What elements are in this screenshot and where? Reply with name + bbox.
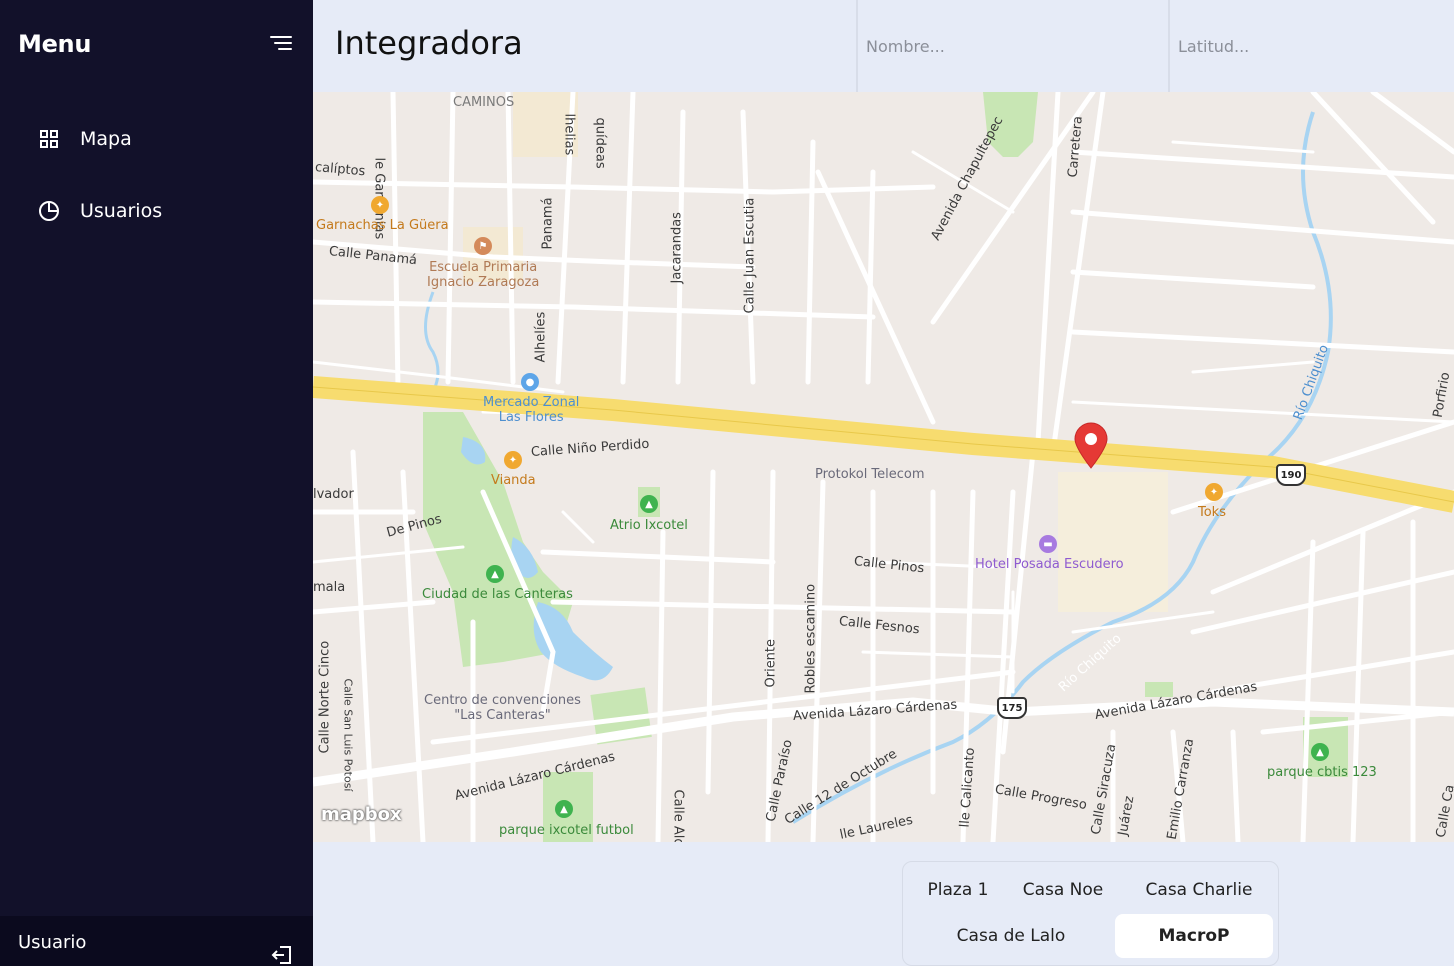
poi-escuela[interactable]: Escuela Primaria Ignacio Zaragoza [427, 260, 539, 290]
poi-parque-ixcotel[interactable]: parque ixcotel futbol [499, 823, 634, 838]
poi-ciudad-canteras[interactable]: Ciudad de las Canteras [422, 587, 573, 602]
map-label: Jacarandas [669, 212, 685, 284]
poi-toks[interactable]: Toks [1198, 505, 1226, 520]
place-option-casa-noe[interactable]: Casa Noe [1011, 868, 1115, 912]
park-icon[interactable]: ▲ [1311, 743, 1329, 761]
sidebar-item-mapa[interactable]: Mapa [38, 124, 132, 154]
shopping-cart-icon[interactable]: ● [521, 373, 539, 391]
map[interactable]: CAMINOS le Gardenias lhelias quídeas cal… [313, 92, 1454, 842]
sidebar-item-usuarios[interactable]: Usuarios [38, 196, 162, 226]
school-icon[interactable]: ⚑ [474, 237, 492, 255]
latitude-input[interactable] [1170, 0, 1454, 92]
user-name: Usuario [18, 932, 87, 953]
sidebar-item-label: Mapa [80, 128, 132, 150]
poi-atrio[interactable]: Atrio Ixcotel [610, 518, 688, 533]
map-label: lhelias [561, 113, 577, 156]
poi-hotel[interactable]: Hotel Posada Escudero [975, 557, 1124, 572]
park-icon[interactable]: ▲ [640, 495, 658, 513]
restaurant-icon[interactable]: ✦ [504, 451, 522, 469]
poi-vianda[interactable]: Vianda [491, 473, 536, 488]
name-field-wrapper [856, 0, 1170, 92]
poi-mercado[interactable]: Mercado Zonal Las Flores [483, 395, 579, 425]
poi-garnachas[interactable]: Garnachas La Güera [316, 218, 449, 233]
location-pin-icon[interactable] [1073, 422, 1109, 470]
map-label: mala [313, 580, 346, 595]
sidebar-item-label: Usuarios [80, 200, 163, 222]
poi-parque-cbtis[interactable]: parque cbtis 123 [1267, 765, 1377, 780]
map-label: lvador [313, 487, 354, 502]
restaurant-icon[interactable]: ✦ [1205, 483, 1223, 501]
map-label: Robles escamino [803, 583, 819, 694]
poi-protokol[interactable]: Protokol Telecom [815, 467, 925, 482]
map-label: quídeas [592, 117, 608, 169]
map-label: Alhelíes [533, 311, 549, 363]
highway-shield-190: 190 [1276, 464, 1306, 486]
name-input[interactable] [858, 0, 1170, 92]
sidebar-title: Menu [18, 30, 92, 58]
place-option-macrop[interactable]: MacroP [1115, 914, 1273, 958]
map-label: CAMINOS [453, 95, 515, 110]
place-option-plaza-1[interactable]: Plaza 1 [915, 868, 1001, 912]
sidebar-header: Menu [18, 30, 294, 62]
hotel-icon[interactable]: ▬ [1039, 535, 1057, 553]
poi-centro-convenciones[interactable]: Centro de convenciones "Las Canteras" [424, 693, 581, 723]
map-label: Calle Ald [670, 789, 686, 843]
highway-shield-175: 175 [997, 697, 1027, 719]
menu-toggle-icon[interactable] [270, 36, 292, 54]
sidebar-footer: Usuario [0, 916, 313, 966]
park-icon[interactable]: ▲ [555, 800, 573, 818]
pie-chart-icon [38, 200, 60, 222]
page-title: Integradora [335, 24, 523, 62]
map-label: Calle Norte Cinco [317, 640, 333, 754]
map-label: Calle San Luis Potosí [341, 678, 355, 792]
place-selector: Plaza 1 Casa Noe Casa Charlie Casa de La… [902, 861, 1279, 966]
map-label: Oriente [763, 638, 779, 688]
logout-icon[interactable] [271, 944, 293, 966]
place-option-casa-charlie[interactable]: Casa Charlie [1129, 868, 1269, 912]
mapbox-logo[interactable]: mapbox [321, 804, 402, 825]
sidebar: Menu Mapa Usuarios Usuario [0, 0, 313, 966]
map-label: Panamá [540, 197, 556, 250]
restaurant-icon[interactable]: ✦ [371, 196, 389, 214]
latitude-field-wrapper [1168, 0, 1454, 92]
grid-icon [38, 128, 60, 150]
map-label: Calle Juan Escutia [742, 197, 758, 314]
park-icon[interactable]: ▲ [486, 565, 504, 583]
place-option-casa-de-lalo[interactable]: Casa de Lalo [941, 914, 1081, 958]
top-bar: Integradora [313, 0, 1454, 92]
